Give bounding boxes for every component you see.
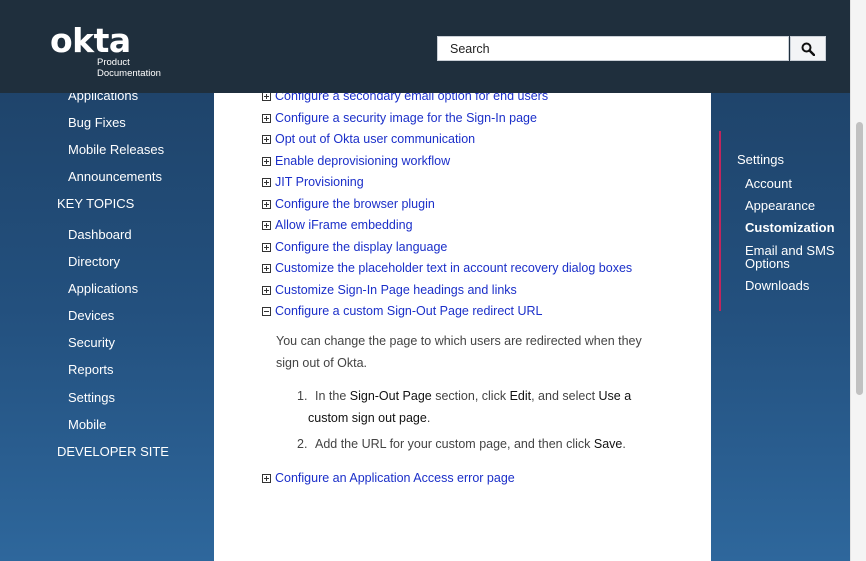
topic-link[interactable]: Configure the display language — [275, 240, 447, 254]
search-icon — [801, 42, 815, 56]
right-nav-title[interactable]: Settings — [737, 152, 784, 167]
topic-link[interactable]: Customize the placeholder text in accoun… — [275, 261, 632, 275]
topic-link[interactable]: Configure the browser plugin — [275, 197, 435, 211]
right-nav-item-email-sms[interactable]: Email and SMS Options — [745, 244, 840, 270]
nav-heading-key-topics[interactable]: KEY TOPICS — [57, 196, 134, 211]
right-nav-item-downloads[interactable]: Downloads — [745, 279, 809, 292]
topic-link[interactable]: Allow iFrame embedding — [275, 218, 413, 232]
nav-item-settings[interactable]: Settings — [68, 390, 115, 405]
header: okta Product Documentation — [0, 0, 850, 93]
topic-item: Allow iFrame embedding — [262, 217, 413, 233]
step-item: 2. Add the URL for your custom page, and… — [297, 437, 626, 451]
topic-link[interactable]: Enable deprovisioning workflow — [275, 154, 450, 168]
okta-logo[interactable]: okta Product Documentation — [50, 21, 161, 79]
nav-item-announcements[interactable]: Announcements — [68, 169, 162, 184]
expand-icon[interactable] — [262, 285, 271, 295]
search-input[interactable] — [438, 37, 788, 60]
right-nav-item-appearance[interactable]: Appearance — [745, 199, 815, 212]
topic-link[interactable]: Opt out of Okta user communication — [275, 132, 475, 146]
topic-item: Configure a security image for the Sign-… — [262, 110, 537, 126]
logo-subtitle: Product Documentation — [97, 57, 161, 79]
expand-icon[interactable] — [262, 134, 271, 144]
nav-item-security[interactable]: Security — [68, 335, 115, 350]
topic-item: Enable deprovisioning workflow — [262, 153, 450, 169]
expand-icon[interactable] — [262, 113, 271, 123]
right-nav-item-customization[interactable]: Customization — [745, 221, 835, 234]
nav-item-dashboard[interactable]: Dashboard — [68, 227, 132, 242]
expand-icon[interactable] — [262, 199, 271, 209]
topic-item: Customize Sign-In Page headings and link… — [262, 282, 517, 298]
page-scrollbar-thumb[interactable] — [856, 122, 863, 395]
topic-item: Configure the display language — [262, 239, 447, 255]
topic-item: Opt out of Okta user communication — [262, 131, 475, 147]
expand-icon[interactable] — [262, 473, 271, 483]
topic-link[interactable]: Customize Sign-In Page headings and link… — [275, 283, 517, 297]
steps-list: 1. In the Sign-Out Page section, click E… — [297, 385, 668, 455]
nav-item-reports[interactable]: Reports — [68, 362, 114, 377]
expand-icon[interactable] — [262, 220, 271, 230]
logo-wordmark: okta — [50, 21, 131, 60]
topic-item: Customize the placeholder text in accoun… — [262, 260, 632, 276]
search-box — [437, 36, 789, 61]
topic-item: JIT Provisioning — [262, 174, 364, 190]
expand-icon[interactable] — [262, 263, 271, 273]
topic-item: Configure an Application Access error pa… — [262, 470, 515, 486]
nav-item-devices[interactable]: Devices — [68, 308, 114, 323]
expand-icon[interactable] — [262, 156, 271, 166]
nav-item-applications[interactable]: Applications — [68, 281, 138, 296]
topic-item: Configure the browser plugin — [262, 196, 435, 212]
expand-icon[interactable] — [262, 242, 271, 252]
expand-icon[interactable] — [262, 177, 271, 187]
topic-link[interactable]: Configure a security image for the Sign-… — [275, 111, 537, 125]
active-section-indicator — [719, 131, 721, 311]
nav-item-mobile[interactable]: Mobile — [68, 417, 106, 432]
topic-item-expanded: Configure a custom Sign-Out Page redirec… — [262, 303, 543, 319]
step-item: 1. In the Sign-Out Page section, click E… — [297, 389, 632, 425]
right-nav-item-account[interactable]: Account — [745, 177, 792, 190]
nav-heading-developer-site[interactable]: DEVELOPER SITE — [57, 444, 169, 459]
nav-item-mobile-releases[interactable]: Mobile Releases — [68, 142, 164, 157]
search-button[interactable] — [790, 36, 826, 61]
topic-link[interactable]: JIT Provisioning — [275, 175, 364, 189]
topic-link[interactable]: Configure an Application Access error pa… — [275, 471, 515, 485]
nav-item-bug-fixes[interactable]: Bug Fixes — [68, 115, 126, 130]
topic-description: You can change the page to which users a… — [276, 334, 642, 370]
nav-item-directory[interactable]: Directory — [68, 254, 120, 269]
collapse-icon[interactable] — [262, 306, 271, 316]
topic-link[interactable]: Configure a custom Sign-Out Page redirec… — [275, 304, 543, 318]
